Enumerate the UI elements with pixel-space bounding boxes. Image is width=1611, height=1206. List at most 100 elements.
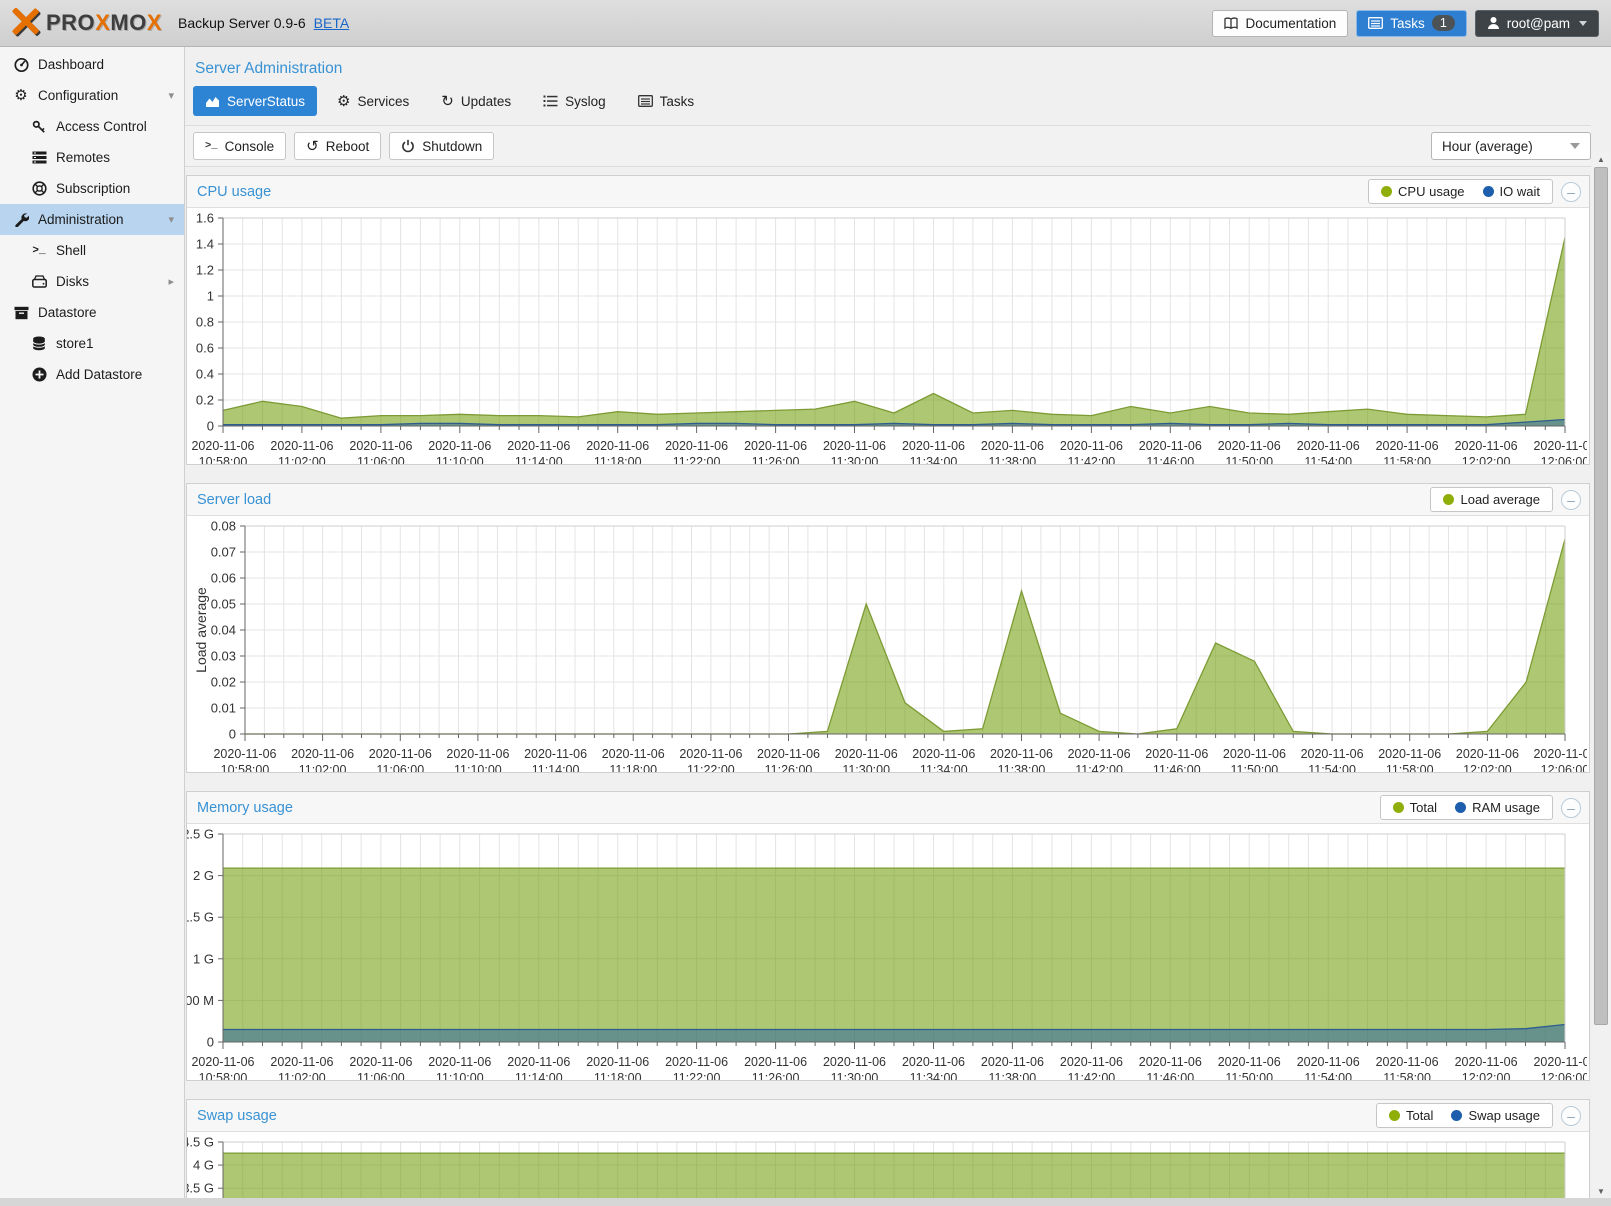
sidebar-item-store1[interactable]: store1 <box>0 328 184 359</box>
list-alt-icon <box>638 95 653 107</box>
svg-text:4 G: 4 G <box>193 1158 214 1173</box>
documentation-button[interactable]: Documentation <box>1212 10 1348 37</box>
tab-tasks[interactable]: Tasks <box>626 86 707 116</box>
key-icon <box>28 120 50 134</box>
collapse-icon[interactable]: – <box>1561 182 1581 202</box>
svg-text:12:02:00: 12:02:00 <box>1462 455 1511 464</box>
svg-text:2020-11-06: 2020-11-06 <box>270 439 333 453</box>
svg-text:2020-11-06: 2020-11-06 <box>1533 1055 1587 1069</box>
svg-text:0: 0 <box>229 727 236 742</box>
tab-label: Syslog <box>565 94 606 109</box>
topbar: PROXMOX Backup Server 0.9-6 BETA Documen… <box>0 0 1611 47</box>
sidebar-item-add-datastore[interactable]: Add Datastore <box>0 359 184 390</box>
sidebar-item-label: Remotes <box>56 150 110 165</box>
list-icon <box>543 95 558 107</box>
caret-down-icon[interactable]: ▾ <box>168 89 174 102</box>
svg-text:12:02:00: 12:02:00 <box>1462 1071 1511 1080</box>
svg-text:11:22:00: 11:22:00 <box>673 1071 721 1080</box>
sidebar-item-label: Administration <box>38 212 124 227</box>
scroll-up-icon[interactable]: ▲ <box>1593 152 1609 166</box>
scroll-down-icon[interactable]: ▼ <box>1593 1184 1609 1198</box>
svg-text:11:50:00: 11:50:00 <box>1231 763 1279 772</box>
svg-text:11:46:00: 11:46:00 <box>1146 1071 1194 1080</box>
svg-text:11:42:00: 11:42:00 <box>1068 1071 1116 1080</box>
collapse-icon[interactable]: – <box>1561 1106 1581 1126</box>
tab-syslog[interactable]: Syslog <box>531 86 618 116</box>
svg-text:11:22:00: 11:22:00 <box>687 763 735 772</box>
tab-services[interactable]: ⚙ Services <box>325 86 421 116</box>
reboot-button[interactable]: ↺ Reboot <box>294 132 381 160</box>
legend-dot-io-wait <box>1483 186 1494 197</box>
sidebar-item-access-control[interactable]: Access Control <box>0 111 184 142</box>
svg-text:2020-11-06: 2020-11-06 <box>524 747 587 761</box>
svg-text:2020-11-06: 2020-11-06 <box>1145 747 1208 761</box>
sidebar-item-remotes[interactable]: Remotes <box>0 142 184 173</box>
svg-text:2020-11-06: 2020-11-06 <box>1060 439 1123 453</box>
tab-label: Services <box>358 94 410 109</box>
svg-text:2020-11-06: 2020-11-06 <box>912 747 975 761</box>
svg-text:1.2: 1.2 <box>196 263 214 278</box>
vertical-scrollbar[interactable]: ▲ ▼ <box>1593 152 1609 1198</box>
svg-text:0: 0 <box>207 1035 214 1050</box>
tab-serverstatus[interactable]: ServerStatus <box>193 86 317 116</box>
shutdown-label: Shutdown <box>422 139 482 154</box>
sidebar-item-shell[interactable]: >_ Shell <box>0 235 184 266</box>
collapse-icon[interactable]: – <box>1561 798 1581 818</box>
sidebar-item-label: Disks <box>56 274 89 289</box>
legend-item: RAM usage <box>1455 800 1540 815</box>
svg-text:11:06:00: 11:06:00 <box>357 1071 405 1080</box>
svg-text:12:06:00: 12:06:00 <box>1541 455 1587 464</box>
svg-text:0.05: 0.05 <box>211 597 236 612</box>
svg-text:2020-11-06: 2020-11-06 <box>1139 439 1202 453</box>
sidebar-item-datastore[interactable]: Datastore <box>0 297 184 328</box>
task-list-icon <box>1368 17 1383 29</box>
svg-text:11:18:00: 11:18:00 <box>594 455 642 464</box>
collapse-icon[interactable]: – <box>1561 490 1581 510</box>
user-menu-button[interactable]: root@pam <box>1475 10 1599 37</box>
sidebar-item-configuration[interactable]: ⚙ Configuration ▾ <box>0 80 184 111</box>
svg-text:2020-11-06: 2020-11-06 <box>679 747 742 761</box>
legend-label: Total <box>1410 800 1437 815</box>
server-list-icon <box>28 151 50 164</box>
svg-text:11:54:00: 11:54:00 <box>1304 1071 1352 1080</box>
caret-down-icon[interactable]: ▾ <box>168 213 174 226</box>
svg-text:11:26:00: 11:26:00 <box>765 763 813 772</box>
svg-text:1.5 G: 1.5 G <box>187 910 214 925</box>
wrench-icon <box>10 212 32 227</box>
sidebar-item-disks[interactable]: Disks ▸ <box>0 266 184 297</box>
svg-text:2020-11-06: 2020-11-06 <box>369 747 432 761</box>
timeframe-select[interactable]: Hour (average) <box>1431 132 1591 160</box>
svg-text:11:30:00: 11:30:00 <box>831 455 879 464</box>
svg-text:2020-11-06: 2020-11-06 <box>744 1055 807 1069</box>
svg-text:0.02: 0.02 <box>211 675 236 690</box>
legend-dot-total <box>1393 802 1404 813</box>
panel-server-load: Server load Load average – 00.010.020.03… <box>186 483 1590 773</box>
panel-swap-usage: Swap usage Total Swap usage – 0500 M1 G1… <box>186 1099 1590 1206</box>
sidebar-item-label: Configuration <box>38 88 118 103</box>
scrollbar-thumb[interactable] <box>1594 167 1608 1025</box>
panel-title: Swap usage <box>197 1108 277 1124</box>
shutdown-button[interactable]: Shutdown <box>389 132 494 160</box>
user-label: root@pam <box>1507 16 1570 31</box>
sidebar-item-dashboard[interactable]: Dashboard <box>0 49 184 80</box>
swap-usage-chart: 0500 M1 G1.5 G2 G2.5 G3 G3.5 G4 G4.5 G20… <box>187 1132 1587 1206</box>
tab-updates[interactable]: ↻ Updates <box>429 86 523 116</box>
beta-link[interactable]: BETA <box>314 15 350 31</box>
svg-text:11:50:00: 11:50:00 <box>1225 1071 1273 1080</box>
svg-text:2020-11-06: 2020-11-06 <box>665 1055 728 1069</box>
tasks-button[interactable]: Tasks 1 <box>1356 10 1466 37</box>
svg-text:2020-11-06: 2020-11-06 <box>1456 747 1519 761</box>
caret-right-icon[interactable]: ▸ <box>168 275 174 288</box>
svg-text:12:02:00: 12:02:00 <box>1463 763 1512 772</box>
tab-label: Tasks <box>660 94 695 109</box>
sidebar-item-subscription[interactable]: Subscription <box>0 173 184 204</box>
svg-text:500 M: 500 M <box>187 993 214 1008</box>
console-button[interactable]: >_ Console <box>193 132 286 160</box>
sidebar-item-administration[interactable]: Administration ▾ <box>0 204 184 235</box>
svg-text:11:02:00: 11:02:00 <box>278 455 326 464</box>
svg-text:11:10:00: 11:10:00 <box>436 1071 484 1080</box>
svg-text:11:10:00: 11:10:00 <box>436 455 484 464</box>
svg-text:2020-11-06: 2020-11-06 <box>1218 1055 1281 1069</box>
svg-text:2 G: 2 G <box>193 868 214 883</box>
svg-text:2020-11-06: 2020-11-06 <box>291 747 354 761</box>
